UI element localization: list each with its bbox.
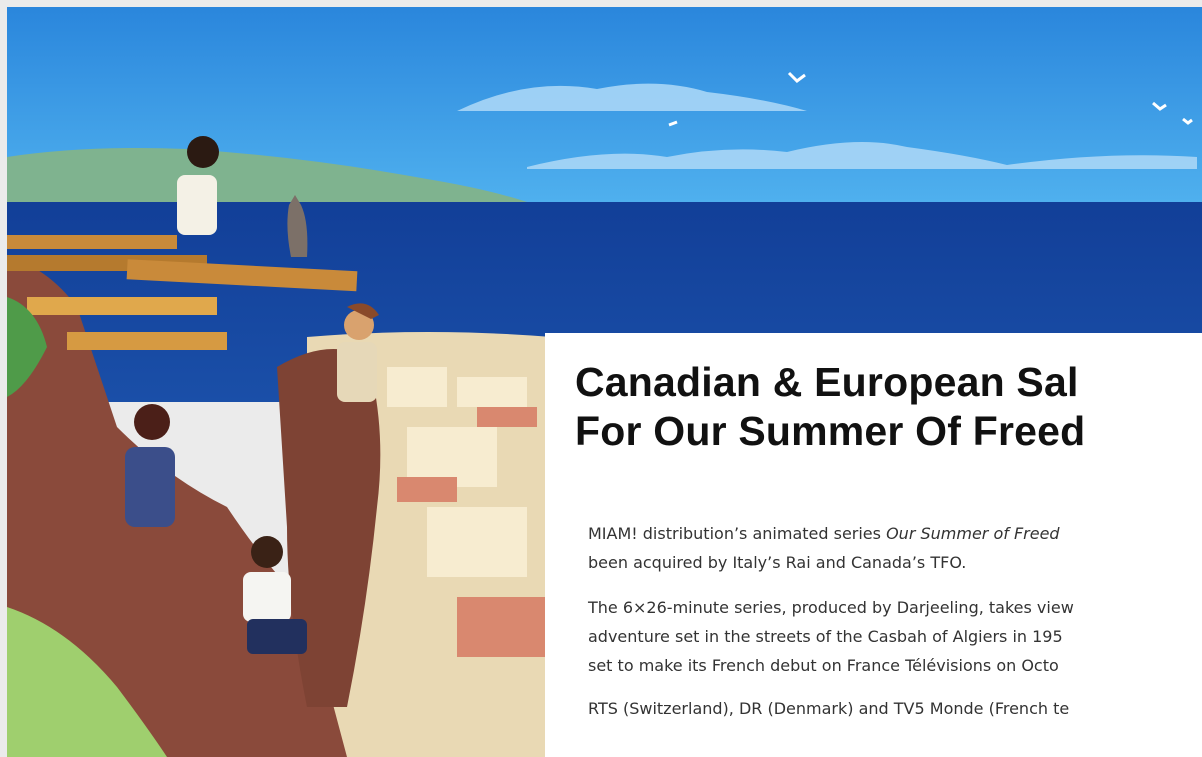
paragraph-3-line-1: RTS (Switzerland), DR (Denmark) and TV5 … xyxy=(588,699,1070,718)
article-headline[interactable]: Canadian & European Sal For Our Summer O… xyxy=(575,358,1202,456)
article-paragraph-1: MIAM! distribution’s animated series Our… xyxy=(588,519,1202,577)
paragraph-2-line-3: set to make its French debut on France T… xyxy=(588,656,1059,675)
paragraph-2-line-1: The 6×26-minute series, produced by Darj… xyxy=(588,598,1074,617)
paragraph-2-line-2: adventure set in the streets of the Casb… xyxy=(588,627,1063,646)
article-paragraph-3: RTS (Switzerland), DR (Denmark) and TV5 … xyxy=(588,694,1202,723)
paragraph-1-text: MIAM! distribution’s animated series xyxy=(588,524,887,543)
article-paragraph-2: The 6×26-minute series, produced by Darj… xyxy=(588,593,1202,680)
paragraph-1-line-1: MIAM! distribution’s animated series Our… xyxy=(588,519,1202,548)
series-title-emphasis: Our Summer of Freed xyxy=(886,524,1060,543)
paragraph-1-line-2: been acquired by Italy’s Rai and Canada’… xyxy=(588,553,967,572)
headline-line-1: Canadian & European Sal xyxy=(575,359,1079,405)
headline-line-2: For Our Summer Of Freed xyxy=(575,408,1086,454)
article-card: Canadian & European Sal For Our Summer O… xyxy=(545,333,1202,757)
